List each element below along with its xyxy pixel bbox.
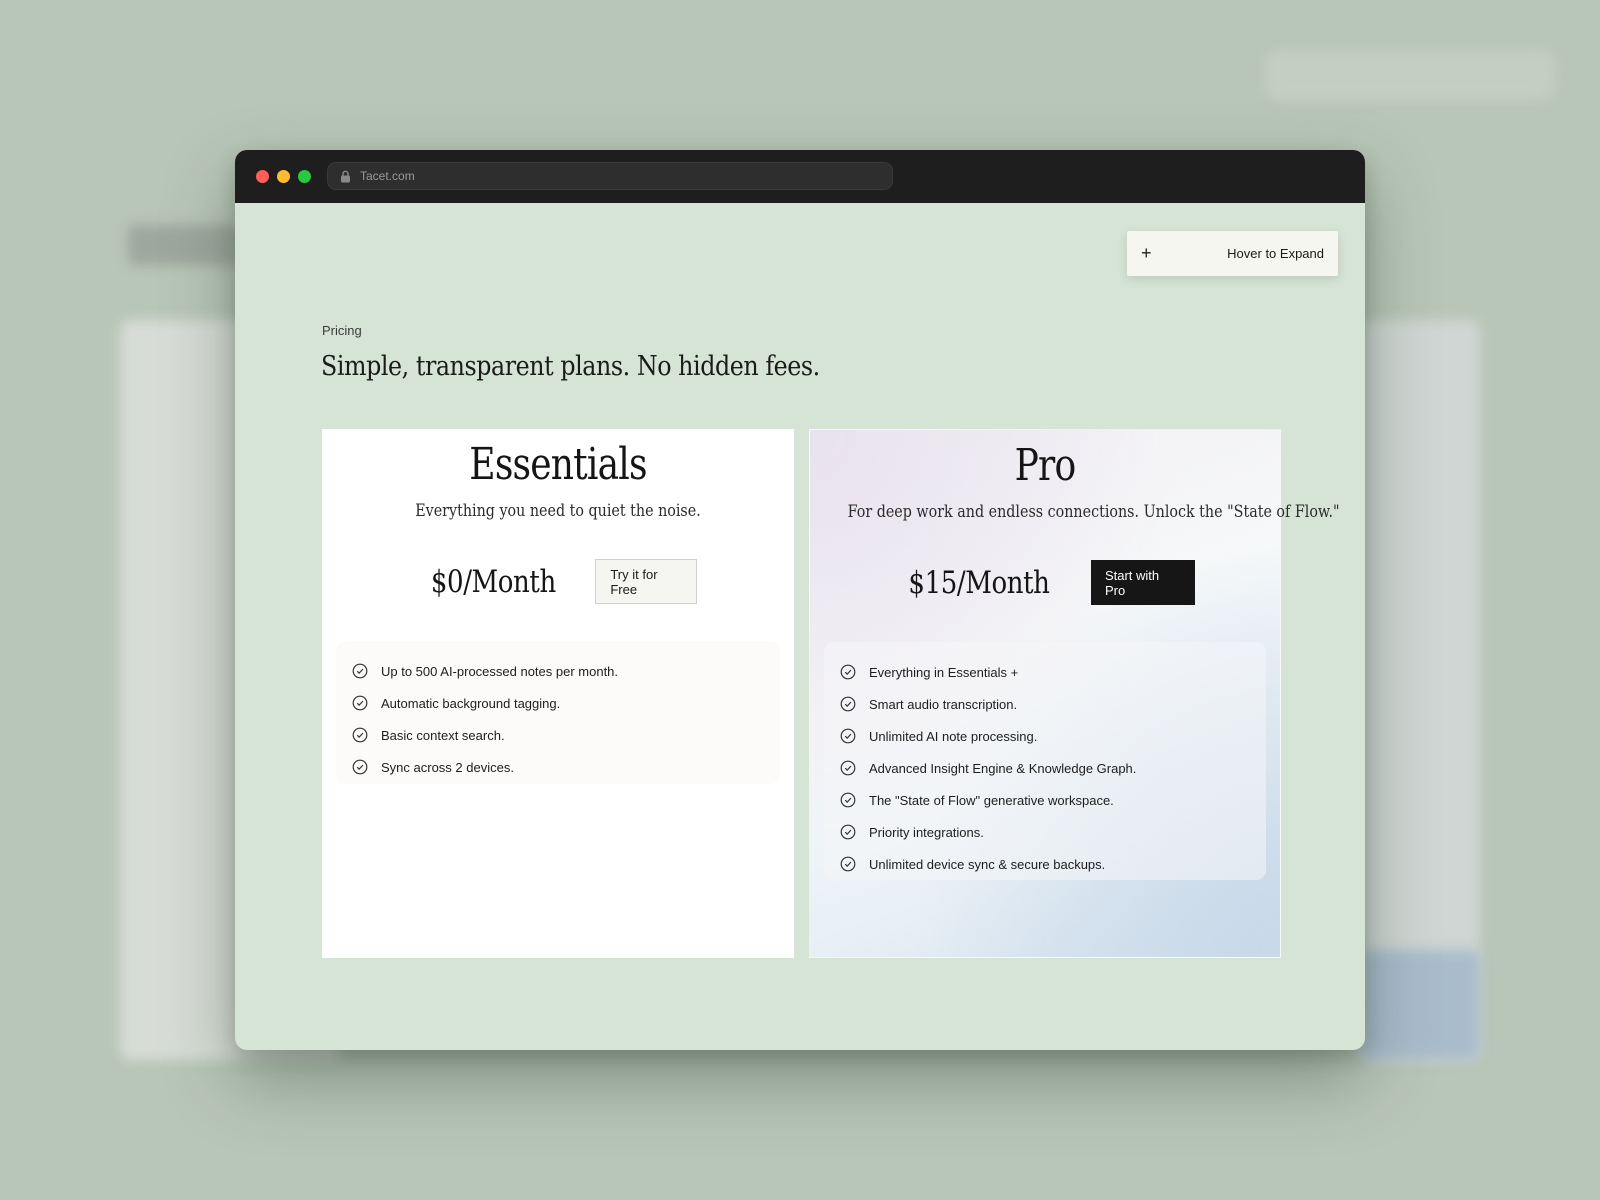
address-bar-url: Tacet.com	[360, 169, 415, 183]
browser-window: Tacet.com + Hover to Expand Pricing Simp…	[235, 150, 1365, 1050]
check-circle-icon	[352, 695, 368, 711]
feature-text: The "State of Flow" generative workspace…	[869, 792, 1114, 808]
backdrop-panel-right	[1360, 320, 1480, 1060]
page-content: + Hover to Expand Pricing Simple, transp…	[235, 203, 1365, 1050]
feature-item: Advanced Insight Engine & Knowledge Grap…	[840, 752, 1250, 784]
hover-to-expand-button[interactable]: + Hover to Expand	[1127, 231, 1338, 276]
address-bar[interactable]: Tacet.com	[327, 162, 893, 190]
feature-item: Up to 500 AI-processed notes per month.	[352, 655, 764, 687]
close-window-button[interactable]	[256, 170, 269, 183]
plan-description: For deep work and endless connections. U…	[847, 502, 1340, 522]
feature-item: Automatic background tagging.	[352, 687, 764, 719]
check-circle-icon	[840, 760, 856, 776]
check-circle-icon	[840, 664, 856, 680]
check-circle-icon	[840, 856, 856, 872]
feature-list: Everything in Essentials + Smart audio t…	[824, 642, 1266, 880]
feature-text: Up to 500 AI-processed notes per month.	[381, 663, 619, 679]
price-row: $15/Month Start with Pro	[810, 560, 1280, 605]
feature-text: Advanced Insight Engine & Knowledge Grap…	[869, 760, 1137, 776]
minimize-window-button[interactable]	[277, 170, 290, 183]
page-title: Simple, transparent plans. No hidden fee…	[321, 351, 820, 382]
maximize-window-button[interactable]	[298, 170, 311, 183]
check-circle-icon	[352, 759, 368, 775]
check-circle-icon	[840, 728, 856, 744]
feature-item: Unlimited device sync & secure backups.	[840, 848, 1250, 880]
check-circle-icon	[352, 663, 368, 679]
plan-price: $0/Month	[430, 563, 556, 600]
feature-item: Smart audio transcription.	[840, 688, 1250, 720]
plan-card-essentials: Essentials Everything you need to quiet …	[322, 429, 794, 958]
backdrop-pill	[1265, 50, 1555, 100]
check-circle-icon	[840, 792, 856, 808]
feature-list: Up to 500 AI-processed notes per month. …	[336, 641, 780, 784]
start-with-pro-button[interactable]: Start with Pro	[1090, 560, 1195, 605]
plan-card-pro: Pro For deep work and endless connection…	[809, 429, 1340, 958]
hover-to-expand-label: Hover to Expand	[1227, 246, 1324, 261]
feature-text: Unlimited device sync & secure backups.	[869, 856, 1106, 872]
feature-text: Automatic background tagging.	[381, 695, 561, 711]
feature-item: Unlimited AI note processing.	[840, 720, 1250, 752]
feature-text: Priority integrations.	[869, 824, 984, 840]
feature-text: Unlimited AI note processing.	[869, 728, 1038, 744]
backdrop-title	[128, 225, 238, 265]
feature-text: Sync across 2 devices.	[381, 759, 514, 775]
check-circle-icon	[840, 696, 856, 712]
browser-titlebar: Tacet.com	[235, 150, 1365, 203]
check-circle-icon	[352, 727, 368, 743]
section-eyebrow: Pricing	[322, 323, 362, 338]
feature-item: Everything in Essentials +	[840, 656, 1250, 688]
plan-description: Everything you need to quiet the noise.	[415, 501, 701, 521]
feature-item: Sync across 2 devices.	[352, 751, 764, 783]
plan-name: Pro	[1014, 440, 1077, 491]
plan-price: $15/Month	[908, 564, 1050, 601]
plan-name: Essentials	[469, 439, 647, 490]
backdrop-panel-blue	[1360, 950, 1480, 1060]
try-free-button[interactable]: Try it for Free	[595, 559, 698, 604]
check-circle-icon	[840, 824, 856, 840]
feature-item: The "State of Flow" generative workspace…	[840, 784, 1250, 816]
plus-icon: +	[1141, 243, 1152, 263]
feature-item: Basic context search.	[352, 719, 764, 751]
feature-item: Priority integrations.	[840, 816, 1250, 848]
feature-text: Everything in Essentials +	[869, 664, 1019, 680]
feature-text: Basic context search.	[381, 727, 505, 743]
feature-text: Smart audio transcription.	[869, 696, 1018, 712]
price-row: $0/Month Try it for Free	[322, 559, 794, 604]
lock-icon	[340, 170, 351, 183]
